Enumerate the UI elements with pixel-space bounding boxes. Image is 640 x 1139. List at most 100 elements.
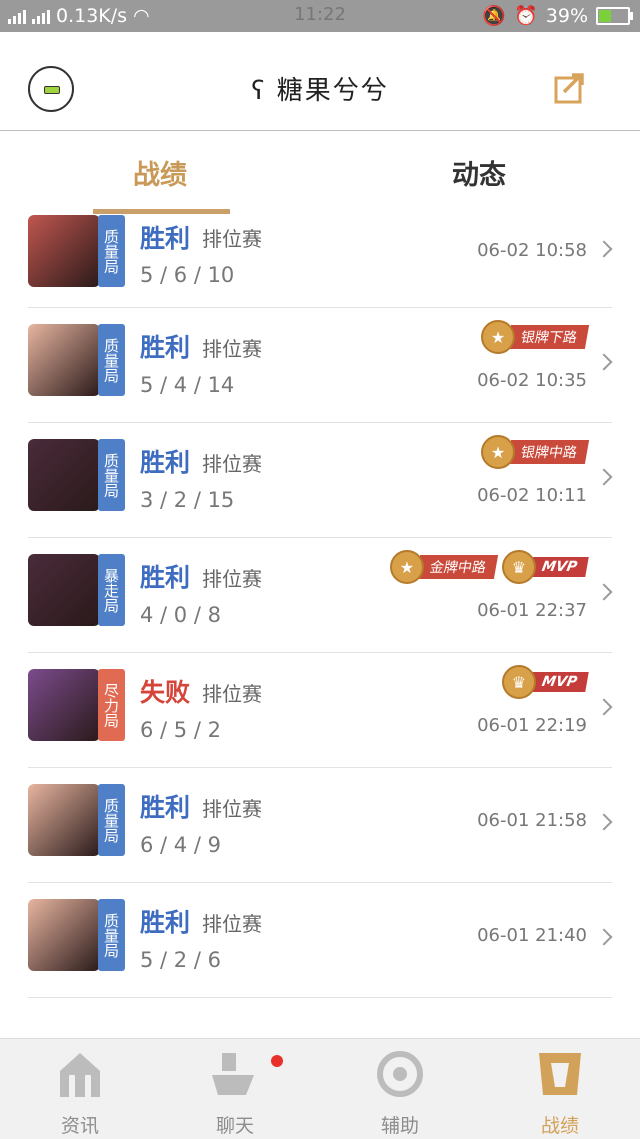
match-mode: 排位赛 bbox=[202, 797, 262, 821]
match-time: 06-01 21:58 bbox=[477, 810, 587, 831]
rank-medal-badge: ★ 银牌中路 bbox=[481, 435, 590, 469]
match-quality-tag: 尽力局 bbox=[98, 669, 125, 741]
hero-avatar bbox=[28, 439, 100, 511]
mute-icon: 🔕 bbox=[482, 5, 507, 27]
hero-avatar bbox=[28, 554, 100, 626]
rank-medal-badge: ★ 银牌下路 bbox=[481, 320, 590, 354]
match-kda: 5 / 4 / 14 bbox=[140, 373, 235, 397]
chevron-right-icon bbox=[595, 698, 613, 716]
tab-indicator bbox=[93, 209, 230, 214]
badge-label: MVP bbox=[528, 672, 589, 692]
match-row[interactable]: 质量局 胜利 排位赛 5 / 4 / 14 ★ 银牌下路 06-02 10:35 bbox=[0, 308, 640, 423]
match-quality-tag: 质量局 bbox=[98, 899, 125, 971]
match-quality-tag: 质量局 bbox=[98, 784, 125, 856]
match-result: 胜利 bbox=[140, 224, 191, 253]
star-medal-icon: ★ bbox=[481, 320, 515, 354]
match-mode: 排位赛 bbox=[202, 682, 262, 706]
star-medal-icon: ★ bbox=[481, 435, 515, 469]
nav-item-news[interactable]: 资讯 bbox=[30, 1049, 130, 1138]
trophy-icon: ♛ bbox=[501, 665, 536, 699]
match-mode: 排位赛 bbox=[202, 912, 262, 936]
match-row[interactable]: 质量局 胜利 排位赛 6 / 4 / 9 06-01 21:58 bbox=[0, 768, 640, 883]
match-result: 胜利 bbox=[140, 563, 191, 592]
match-mode: 排位赛 bbox=[202, 337, 262, 361]
chat-icon bbox=[212, 1053, 254, 1095]
badge-label: MVP bbox=[528, 557, 589, 577]
match-time: 06-01 22:37 bbox=[477, 600, 587, 621]
status-bar: 0.13K/s ◠ 11:22 🔕 ⏰ 39% bbox=[0, 0, 640, 32]
mvp-badge: ♛ MVP bbox=[501, 665, 589, 699]
match-kda: 4 / 0 / 8 bbox=[140, 603, 221, 627]
page-title: ʕ 糖果兮兮 bbox=[251, 76, 389, 106]
rank-medal-badge: ★ 金牌中路 bbox=[389, 550, 499, 584]
match-mode: 排位赛 bbox=[202, 567, 262, 591]
battery-fill bbox=[599, 9, 611, 22]
news-icon bbox=[60, 1053, 100, 1097]
match-result: 失败 bbox=[140, 678, 191, 707]
mvp-badge: ♛ MVP bbox=[501, 550, 589, 584]
chat-unread-dot bbox=[271, 1055, 283, 1067]
nav-label-chat: 聊天 bbox=[215, 1115, 254, 1137]
record-icon bbox=[539, 1053, 581, 1095]
match-badges: ★ 金牌中路 ♛ MVP bbox=[389, 550, 589, 584]
nav-item-chat[interactable]: 聊天 bbox=[185, 1049, 285, 1138]
match-badges: ★ 银牌下路 bbox=[481, 320, 590, 354]
match-row[interactable]: 暴走局 胜利 排位赛 4 / 0 / 8 ★ 金牌中路 ♛ MVP 06-01 22:37 bbox=[0, 538, 640, 653]
match-badges: ★ 银牌中路 bbox=[481, 435, 590, 469]
match-mode: 排位赛 bbox=[202, 452, 262, 476]
battery-percent: 39% bbox=[545, 4, 588, 27]
nav-item-assist[interactable]: 辅助 bbox=[350, 1049, 450, 1138]
match-row[interactable]: 质量局 胜利 排位赛 5 / 6 / 10 06-02 10:58 bbox=[0, 215, 640, 308]
status-right: 🔕 ⏰ 39% bbox=[482, 4, 633, 27]
match-result: 胜利 bbox=[140, 448, 191, 477]
match-row[interactable]: 质量局 胜利 排位赛 3 / 2 / 15 ★ 银牌中路 06-02 10:11 bbox=[0, 423, 640, 538]
match-row[interactable]: 质量局 胜利 排位赛 5 / 2 / 6 06-01 21:40 bbox=[0, 883, 640, 998]
nav-label-record: 战绩 bbox=[540, 1115, 579, 1137]
match-quality-tag: 质量局 bbox=[98, 215, 125, 287]
chevron-right-icon bbox=[595, 240, 613, 258]
hero-avatar bbox=[28, 669, 100, 741]
tab-activity[interactable]: 动态 bbox=[452, 153, 506, 192]
match-list: 质量局 胜利 排位赛 5 / 6 / 10 06-02 10:58 质量局 胜利 排位赛 5 /… bbox=[0, 215, 640, 998]
share-icon[interactable] bbox=[554, 70, 588, 104]
match-kda: 5 / 2 / 6 bbox=[140, 948, 221, 972]
tab-record[interactable]: 战绩 bbox=[133, 153, 187, 192]
bottom-nav: 资讯 聊天 辅助 战绩 bbox=[0, 1038, 640, 1139]
match-time: 06-02 10:11 bbox=[477, 485, 587, 506]
nav-label-assist: 辅助 bbox=[380, 1115, 419, 1137]
header: ʕ 糖果兮兮 bbox=[0, 32, 640, 131]
alarm-icon: ⏰ bbox=[514, 5, 538, 27]
star-medal-icon: ★ bbox=[389, 550, 424, 584]
hero-avatar bbox=[28, 899, 100, 971]
match-result: 胜利 bbox=[140, 793, 191, 822]
match-kda: 3 / 2 / 15 bbox=[140, 488, 235, 512]
badge-label: 银牌中路 bbox=[506, 440, 590, 464]
match-quality-tag: 质量局 bbox=[98, 439, 125, 511]
match-quality-tag: 质量局 bbox=[98, 324, 125, 396]
match-kda: 6 / 4 / 9 bbox=[140, 833, 221, 857]
match-time: 06-02 10:58 bbox=[477, 240, 587, 261]
badge-label: 银牌下路 bbox=[506, 325, 590, 349]
match-time: 06-02 10:35 bbox=[477, 370, 587, 391]
nav-label-news: 资讯 bbox=[60, 1115, 99, 1137]
chevron-right-icon bbox=[595, 583, 613, 601]
match-kda: 6 / 5 / 2 bbox=[140, 718, 221, 742]
tab-bar: 战绩 动态 bbox=[0, 131, 640, 215]
chevron-right-icon bbox=[595, 353, 613, 371]
nav-item-record[interactable]: 战绩 bbox=[510, 1049, 610, 1138]
match-time: 06-01 21:40 bbox=[477, 925, 587, 946]
battery-icon bbox=[596, 6, 633, 25]
trophy-icon: ♛ bbox=[501, 550, 536, 584]
match-result: 胜利 bbox=[140, 333, 191, 362]
match-row[interactable]: 尽力局 失败 排位赛 6 / 5 / 2 ♛ MVP 06-01 22:19 bbox=[0, 653, 640, 768]
match-kda: 5 / 6 / 10 bbox=[140, 263, 235, 287]
hero-avatar bbox=[28, 784, 100, 856]
chevron-right-icon bbox=[595, 468, 613, 486]
chevron-right-icon bbox=[595, 928, 613, 946]
hero-avatar bbox=[28, 324, 100, 396]
badge-label: 金牌中路 bbox=[415, 555, 499, 579]
match-result: 胜利 bbox=[140, 908, 191, 937]
match-quality-tag: 暴走局 bbox=[98, 554, 125, 626]
match-mode: 排位赛 bbox=[202, 227, 262, 251]
chevron-right-icon bbox=[595, 813, 613, 831]
